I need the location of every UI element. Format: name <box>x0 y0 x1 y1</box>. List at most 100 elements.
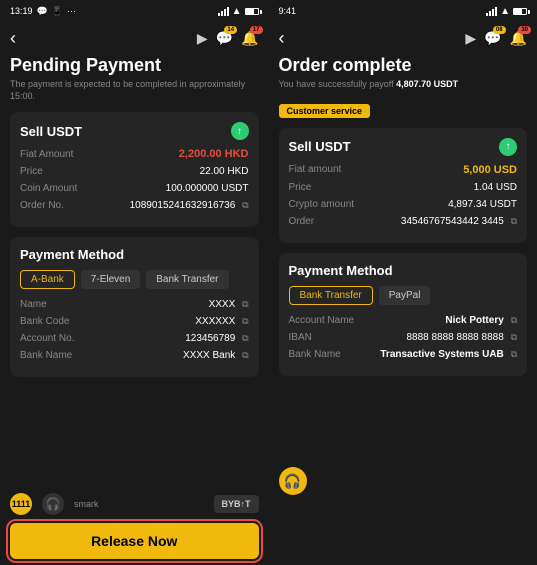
copy-bankname-left[interactable]: ⧉ <box>242 350 248 360</box>
detail-bankcode-left: Bank Code XXXXXX ⧉ <box>20 316 249 327</box>
copy-accno-left[interactable]: ⧉ <box>242 333 248 343</box>
accno-label-left: Account No. <box>20 333 74 344</box>
accno-value-left: 123456789 ⧉ <box>185 333 248 344</box>
page-title-left: Pending Payment <box>10 55 259 76</box>
detail-name-left: Name XXXX ⧉ <box>20 299 249 310</box>
crypto-value-right: 4,897.34 USDT <box>448 199 517 210</box>
page-content-left: Pending Payment The payment is expected … <box>0 55 269 487</box>
detail-accno-left: Account No. 123456789 ⧉ <box>20 333 249 344</box>
bybt-badge-left[interactable]: BYB↑T <box>214 495 259 513</box>
status-right-left: ▲ <box>218 6 259 17</box>
bell-icon-left[interactable]: 🔔 17 <box>241 30 258 47</box>
sell-header-left: Sell USDT <box>20 122 249 140</box>
tab-banktransfer-right[interactable]: Bank Transfer <box>289 286 373 305</box>
nav-bar-left: ‹ ▶ 💬 14 🔔 17 <box>0 22 269 55</box>
bottom-left-icons: 1111 🎧 smark <box>10 493 99 515</box>
payment-header-right: Payment Method <box>289 263 518 278</box>
left-phone: 13:19 💬 📱 ··· ▲ ‹ ▶ 💬 14 <box>0 0 269 565</box>
iban-label-right: IBAN <box>289 332 312 343</box>
copy-bankcode-left[interactable]: ⧉ <box>242 316 248 326</box>
status-bar-left: 13:19 💬 📱 ··· ▲ <box>0 0 269 22</box>
bankcode-value-left: XXXXXX ⧉ <box>195 316 248 327</box>
status-left-right: 9:41 <box>279 6 297 16</box>
detail-fiat-right: Fiat amount 5,000 USD <box>289 164 518 176</box>
play-icon-left[interactable]: ▶ <box>197 30 208 47</box>
tab-7eleven-left[interactable]: 7-Eleven <box>81 270 140 289</box>
payment-tabs-right: Bank Transfer PayPal <box>289 286 518 305</box>
fiat-value-right: 5,000 USD <box>463 164 517 176</box>
price-label-right: Price <box>289 182 312 193</box>
back-button-left[interactable]: ‹ <box>10 28 16 49</box>
fiat-label-right: Fiat amount <box>289 164 342 175</box>
nav-bar-right: ‹ ▶ 💬 08 🔔 30 <box>269 22 537 55</box>
coin-value-left: 100.000000 USDT <box>166 183 249 194</box>
sell-title-right: Sell USDT <box>289 139 351 154</box>
bankname-label-right: Bank Name <box>289 349 341 360</box>
detail-price-right: Price 1.04 USD <box>289 182 518 193</box>
time-left: 13:19 <box>10 6 33 16</box>
copy-name-left[interactable]: ⧉ <box>242 299 248 309</box>
page-subtitle-left: The payment is expected to be completed … <box>10 79 259 102</box>
tab-abank-left[interactable]: A-Bank <box>20 270 75 289</box>
payoff-amount: 4,807.70 USDT <box>396 79 458 89</box>
copy-accname-right[interactable]: ⧉ <box>511 315 517 325</box>
bankname-value-left: XXXX Bank ⧉ <box>183 350 248 361</box>
bankname-label-left: Bank Name <box>20 350 72 361</box>
fiat-label-left: Fiat Amount <box>20 149 73 160</box>
back-button-right[interactable]: ‹ <box>279 28 285 49</box>
bankname-value-right: Transactive Systems UAB ⧉ <box>380 349 517 360</box>
headset-icon-left[interactable]: 🎧 <box>42 493 64 515</box>
iban-value-right: 8888 8888 8888 8888 ⧉ <box>406 332 517 343</box>
copy-icon-order-right[interactable]: ⧉ <box>511 216 517 226</box>
payment-title-right: Payment Method <box>289 263 393 278</box>
telegram-icon: 📱 <box>52 6 63 17</box>
bankcode-label-left: Bank Code <box>20 316 69 327</box>
payment-header-left: Payment Method <box>20 247 249 262</box>
tab-banktransfer-left[interactable]: Bank Transfer <box>146 270 228 289</box>
message-icon-right[interactable]: 💬 08 <box>484 30 501 47</box>
tab-paypal-right[interactable]: PayPal <box>379 286 431 305</box>
more-icon: ··· <box>67 6 76 16</box>
copy-bankname-right[interactable]: ⧉ <box>511 349 517 359</box>
price-value-right: 1.04 USD <box>474 182 517 193</box>
crypto-label-right: Crypto amount <box>289 199 355 210</box>
customer-service-badge[interactable]: Customer service <box>279 104 371 118</box>
payment-section-left: Payment Method A-Bank 7-Eleven Bank Tran… <box>10 237 259 377</box>
time-right: 9:41 <box>279 6 297 16</box>
accname-value-right: Nick Pottery ⧉ <box>445 315 517 326</box>
page-content-right: Order complete You have successfully pay… <box>269 55 537 565</box>
sell-title-left: Sell USDT <box>20 124 82 139</box>
detail-bankname-right: Bank Name Transactive Systems UAB ⧉ <box>289 349 518 360</box>
order-label-left: Order No. <box>20 200 64 211</box>
name-label-left: Name <box>20 299 47 310</box>
payment-section-right: Payment Method Bank Transfer PayPal Acco… <box>279 253 528 376</box>
right-phone: 9:41 ▲ ‹ ▶ 💬 08 🔔 30 <box>269 0 537 565</box>
headset-float-right[interactable]: 🎧 <box>279 467 307 495</box>
order-value-left: 1089015241632916736 ⧉ <box>130 200 249 211</box>
number-badge-left[interactable]: 1111 <box>10 493 32 515</box>
badge-17: 17 <box>250 26 263 34</box>
copy-iban-right[interactable]: ⧉ <box>511 332 517 342</box>
badge-30: 30 <box>518 26 531 34</box>
accname-label-right: Account Name <box>289 315 355 326</box>
sell-section-left: Sell USDT Fiat Amount 2,200.00 HKD Price… <box>10 112 259 227</box>
price-value-left: 22.00 HKD <box>200 166 249 177</box>
wifi-icon-right: ▲ <box>500 6 510 17</box>
status-bar-right: 9:41 ▲ <box>269 0 537 22</box>
signal-icon <box>218 7 229 16</box>
copy-icon-order-left[interactable]: ⧉ <box>242 200 248 210</box>
detail-accname-right: Account Name Nick Pottery ⧉ <box>289 315 518 326</box>
bottom-section-left: 1111 🎧 smark BYB↑T Release Now <box>0 487 269 565</box>
sell-status-icon-left <box>231 122 249 140</box>
battery-icon-right <box>513 8 527 15</box>
release-now-button[interactable]: Release Now <box>10 523 259 559</box>
wifi-icon: ▲ <box>232 6 242 17</box>
sell-section-right: Sell USDT Fiat amount 5,000 USD Price 1.… <box>279 128 528 243</box>
bell-icon-right[interactable]: 🔔 30 <box>510 30 527 47</box>
message-icon-left[interactable]: 💬 14 <box>216 30 233 47</box>
price-label-left: Price <box>20 166 43 177</box>
badge-08: 08 <box>493 26 506 34</box>
sell-status-icon-right <box>499 138 517 156</box>
detail-bankname-left: Bank Name XXXX Bank ⧉ <box>20 350 249 361</box>
play-icon-right[interactable]: ▶ <box>465 30 476 47</box>
